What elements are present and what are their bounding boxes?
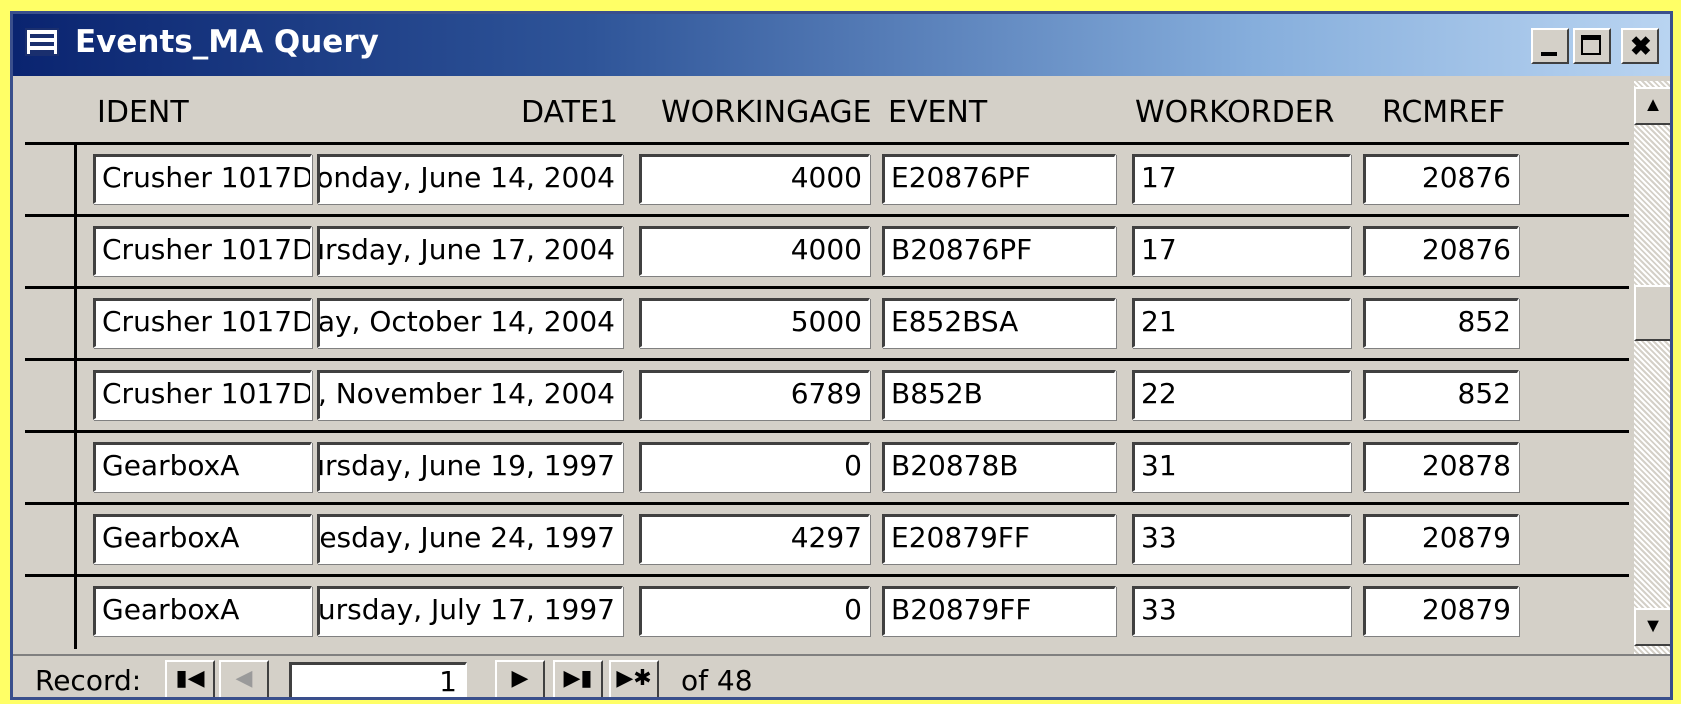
rcmref-cell[interactable]: 20879 xyxy=(1363,586,1519,636)
ident-cell[interactable]: GearboxA xyxy=(93,586,312,636)
ident-cell[interactable]: Crusher 1017D xyxy=(93,370,312,420)
column-header-workingage[interactable]: WORKINGAGE xyxy=(661,95,872,130)
ident-cell[interactable]: Crusher 1017D xyxy=(93,226,312,276)
current-record-input[interactable]: 1 xyxy=(289,662,467,697)
vertical-scrollbar[interactable]: ▲ ▼ xyxy=(1634,81,1670,654)
next-record-icon[interactable]: ▶ xyxy=(495,660,545,697)
workorder-cell[interactable]: 17 xyxy=(1132,154,1351,204)
ident-cell[interactable]: Crusher 1017D xyxy=(93,298,312,348)
table-row: Crusher 1017D Thursday, June 17, 2004 40… xyxy=(25,217,1629,289)
workingage-cell[interactable]: 0 xyxy=(639,586,870,636)
date1-cell[interactable]: Sunday, November 14, 2004 xyxy=(317,370,623,420)
record-selector[interactable] xyxy=(25,433,77,502)
ident-cell[interactable]: GearboxA xyxy=(93,442,312,492)
workingage-cell[interactable]: 4000 xyxy=(639,154,870,204)
column-header-event[interactable]: EVENT xyxy=(888,95,987,130)
rcmref-cell[interactable]: 20876 xyxy=(1363,154,1519,204)
column-header-date1[interactable]: DATE1 xyxy=(521,95,618,130)
event-cell[interactable]: B20876PF xyxy=(882,226,1116,276)
workingage-cell[interactable]: 4000 xyxy=(639,226,870,276)
rcmref-cell[interactable]: 852 xyxy=(1363,370,1519,420)
event-cell[interactable]: E852BSA xyxy=(882,298,1116,348)
workorder-cell[interactable]: 21 xyxy=(1132,298,1351,348)
date1-cell[interactable]: Thursday, June 17, 2004 xyxy=(317,226,623,276)
workingage-cell[interactable]: 5000 xyxy=(639,298,870,348)
column-header-workorder[interactable]: WORKORDER xyxy=(1135,95,1335,130)
previous-record-icon[interactable]: ◀ xyxy=(219,660,269,697)
table-row: GearboxA Thursday, July 17, 1997 0 B2087… xyxy=(25,577,1629,649)
minimize-button[interactable] xyxy=(1531,28,1569,64)
ident-cell[interactable]: GearboxA xyxy=(93,514,312,564)
record-selector[interactable] xyxy=(25,289,77,358)
rcmref-cell[interactable]: 20876 xyxy=(1363,226,1519,276)
table-row: GearboxA Tuesday, June 24, 1997 4297 E20… xyxy=(25,505,1629,577)
date1-cell[interactable]: Monday, June 14, 2004 xyxy=(317,154,623,204)
window-title: Events_MA Query xyxy=(75,24,379,60)
date1-cell[interactable]: Thursday, June 19, 1997 xyxy=(317,442,623,492)
scroll-up-icon[interactable]: ▲ xyxy=(1634,87,1670,125)
record-selector[interactable] xyxy=(25,577,77,649)
title-bar[interactable]: Events_MA Query xyxy=(13,14,1670,76)
workorder-cell[interactable]: 17 xyxy=(1132,226,1351,276)
close-button[interactable] xyxy=(1621,28,1659,64)
last-record-icon[interactable]: ▶▮ xyxy=(553,660,603,697)
column-header-rcmref[interactable]: RCMREF xyxy=(1382,95,1505,130)
workingage-cell[interactable]: 6789 xyxy=(639,370,870,420)
query-window: Events_MA Query IDENT DATE1 WORKINGAGE E… xyxy=(10,11,1673,700)
total-records: 48 xyxy=(716,664,753,697)
datasheet-grid: IDENT DATE1 WORKINGAGE EVENT WORKORDER R… xyxy=(25,81,1629,654)
column-header-row: IDENT DATE1 WORKINGAGE EVENT WORKORDER R… xyxy=(25,81,1629,145)
workorder-cell[interactable]: 33 xyxy=(1132,514,1351,564)
workorder-cell[interactable]: 31 xyxy=(1132,442,1351,492)
rcmref-cell[interactable]: 852 xyxy=(1363,298,1519,348)
scroll-thumb[interactable] xyxy=(1634,285,1670,341)
record-selector[interactable] xyxy=(25,145,77,214)
table-row: GearboxA Thursday, June 19, 1997 0 B2087… xyxy=(25,433,1629,505)
table-row: Crusher 1017D Monday, June 14, 2004 4000… xyxy=(25,145,1629,217)
workingage-cell[interactable]: 0 xyxy=(639,442,870,492)
rcmref-cell[interactable]: 20879 xyxy=(1363,514,1519,564)
record-selector[interactable] xyxy=(25,217,77,286)
scroll-down-icon[interactable]: ▼ xyxy=(1634,608,1670,646)
workorder-cell[interactable]: 22 xyxy=(1132,370,1351,420)
event-cell[interactable]: E20876PF xyxy=(882,154,1116,204)
date1-cell[interactable]: Tuesday, June 24, 1997 xyxy=(317,514,623,564)
record-navigation-bar: Record: ▮◀ ◀ 1 ▶ ▶▮ ▶✱ of 48 xyxy=(13,654,1670,697)
first-record-icon[interactable]: ▮◀ xyxy=(165,660,215,697)
date1-cell[interactable]: Thursday, October 14, 2004 xyxy=(317,298,623,348)
record-selector[interactable] xyxy=(25,361,77,430)
record-count: of 48 xyxy=(681,664,753,697)
table-row: Crusher 1017D Thursday, October 14, 2004… xyxy=(25,289,1629,361)
record-selector[interactable] xyxy=(25,505,77,574)
rcmref-cell[interactable]: 20878 xyxy=(1363,442,1519,492)
workorder-cell[interactable]: 33 xyxy=(1132,586,1351,636)
table-row: Crusher 1017D Sunday, November 14, 2004 … xyxy=(25,361,1629,433)
event-cell[interactable]: B852B xyxy=(882,370,1116,420)
new-record-icon[interactable]: ▶✱ xyxy=(609,660,659,697)
of-label: of xyxy=(681,664,708,697)
column-header-ident[interactable]: IDENT xyxy=(97,95,189,130)
event-cell[interactable]: B20878B xyxy=(882,442,1116,492)
ident-cell[interactable]: Crusher 1017D xyxy=(93,154,312,204)
date1-cell[interactable]: Thursday, July 17, 1997 xyxy=(317,586,623,636)
event-cell[interactable]: E20879FF xyxy=(882,514,1116,564)
record-label: Record: xyxy=(35,664,142,697)
maximize-button[interactable] xyxy=(1573,28,1611,64)
event-cell[interactable]: B20879FF xyxy=(882,586,1116,636)
datasheet-icon[interactable] xyxy=(25,28,59,56)
workingage-cell[interactable]: 4297 xyxy=(639,514,870,564)
